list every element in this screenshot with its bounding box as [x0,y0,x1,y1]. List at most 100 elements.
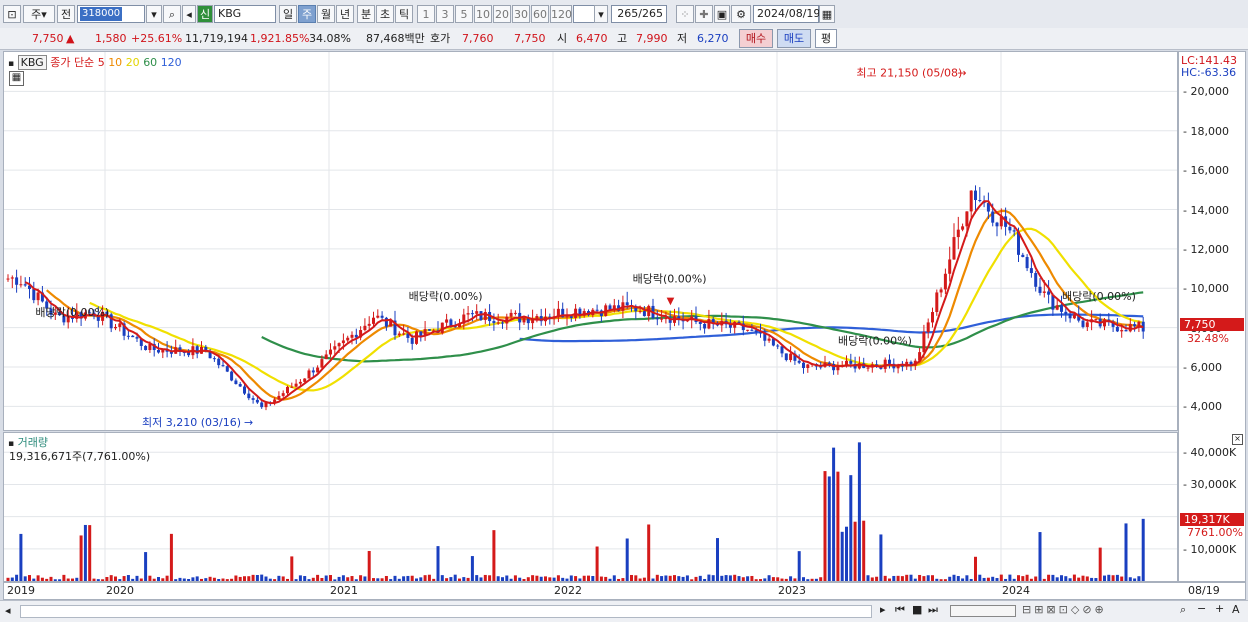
volume-pct: 1,921.85% [250,32,310,45]
stock-code-input[interactable]: 318000 [77,5,145,23]
close-icon[interactable]: × [1232,434,1243,445]
count-value: 265 [617,7,639,20]
candle-body [1047,291,1051,295]
gear-icon[interactable]: ⚙ [731,5,751,23]
current-price: 7,750 [32,32,64,45]
price-chart[interactable]: 최고 21,150 (05/08)→최저 3,210 (03/16) →배당락(0… [4,52,1177,430]
volume-chart[interactable] [4,433,1177,581]
candle-body [10,277,14,279]
volume-bar [754,579,758,581]
interval-btn-1[interactable]: 1 [417,5,435,23]
volume-bar [544,576,547,581]
code-dropdown-icon[interactable]: ▾ [146,5,162,23]
zoom-slider[interactable] [950,605,1016,617]
date-input[interactable]: 2024/08/19 [753,5,820,23]
search-icon[interactable]: ⌕ [163,5,181,23]
save-icon[interactable]: ▣ [714,5,730,23]
candle-body [746,329,750,331]
period-btn-second[interactable]: 초 [376,5,394,23]
period-btn-minute[interactable]: 분 [357,5,375,23]
price-chart-panel[interactable]: 최고 21,150 (05/08) → 최저 3,210 (03/16) → 배당락(0… [3,51,1178,431]
legend-ma-title: 종가 단순 [50,56,95,69]
volume-bar [1012,578,1016,581]
scroll-right-icon[interactable]: ▸ [880,603,886,616]
font-size-icon[interactable]: A [1232,603,1240,616]
stop-icon[interactable]: ■ [912,603,922,616]
prev-button[interactable]: 전 [57,5,75,23]
volume-bar [999,574,1003,581]
interval-btn-120[interactable]: 120 [550,5,572,23]
volume-bar [509,578,513,581]
x-end-label: 08/19 [1188,584,1220,597]
candle-body [569,316,573,318]
scroll-left-icon[interactable]: ◂ [5,604,11,617]
volume-bar [1068,578,1072,581]
volume-bar [1128,577,1132,581]
candle-body [1124,330,1128,332]
zoom-in-icon[interactable]: + [1215,602,1224,615]
period-btn-year[interactable]: 년 [336,5,354,23]
candle-body [1133,324,1137,327]
candle-body [802,362,805,369]
period-btn-day[interactable]: 일 [279,5,297,23]
calendar-icon[interactable]: ▦ [819,5,835,23]
interval-btn-60[interactable]: 60 [531,5,549,23]
interval-btn-10[interactable]: 10 [474,5,492,23]
volume-bar [36,575,40,581]
candle-body [1115,326,1119,332]
count-total: /265 [638,7,663,20]
volume-bar [475,575,479,581]
candle-body [1025,257,1029,269]
legend-stock-name[interactable]: KBG [17,55,47,70]
candle-body [251,398,255,400]
volume-bar [660,576,664,581]
volume-bar [561,577,565,581]
volume-bar [1085,576,1089,581]
volume-bar [148,575,152,581]
interval-btn-30[interactable]: 30 [512,5,530,23]
volume-bar [634,575,638,581]
interval-btn-3[interactable]: 3 [436,5,454,23]
crosshair-icon[interactable]: ✚ [695,5,713,23]
interval-btn-20[interactable]: 20 [493,5,511,23]
volume-bar [101,579,105,581]
legend-ma120: 120 [160,56,182,69]
rewind-icon[interactable]: ⏮ [895,603,905,617]
volume-bar [922,576,926,581]
period-btn-week[interactable]: 주 [298,5,316,23]
sell-button[interactable]: 매도 [777,29,811,48]
speaker-icon[interactable]: ◂ [182,5,196,23]
zoom-out-icon[interactable]: − [1197,602,1206,615]
window-menu-icon[interactable]: ⊡ [3,5,21,23]
buy-button[interactable]: 매수 [739,29,773,48]
candle-body [230,371,234,381]
count-field[interactable]: 265/265 [611,5,667,23]
candle-body [376,315,380,318]
period-btn-tick[interactable]: 틱 [395,5,413,23]
candle-body [1060,305,1063,312]
hoga-ask: 7,760 [462,32,494,45]
candle-body [931,312,934,323]
candle-body [311,370,315,373]
table-toggle-icon[interactable]: ▦ [9,71,24,86]
price-tick: - 20,000 [1183,85,1229,99]
volume-bar [182,578,186,581]
volume-bar [819,577,823,581]
scroll-track[interactable] [20,605,872,618]
interval-dropdown-icon[interactable]: ▾ [594,5,608,23]
scroll-bar[interactable]: ◂ ▸ ⏮ ■ ⏭ ⊟⊞⊠⊡◇⊘⊕ ⌕ − + A [0,600,1248,622]
volume-bar [264,576,268,581]
volume-chart-panel[interactable]: ▪ 거래량 19,316,671주(7,761.00%) [3,432,1178,582]
volume-bar [243,576,246,581]
stock-name-field[interactable]: KBG [214,5,276,23]
magnify-icon[interactable]: ⌕ [1180,603,1186,617]
period-select[interactable]: 주▾ [23,5,55,23]
period-btn-month[interactable]: 월 [317,5,335,23]
fast-forward-icon[interactable]: ⏭ [928,603,938,617]
drawing-tools-icons[interactable]: ⊟⊞⊠⊡◇⊘⊕ [1022,603,1107,616]
interval-btn-5[interactable]: 5 [455,5,473,23]
avg-price-button[interactable]: 평 [815,29,837,48]
candle-body [126,335,130,337]
volume-bar [1017,575,1020,581]
dots-icon[interactable]: ⁘ [676,5,694,23]
